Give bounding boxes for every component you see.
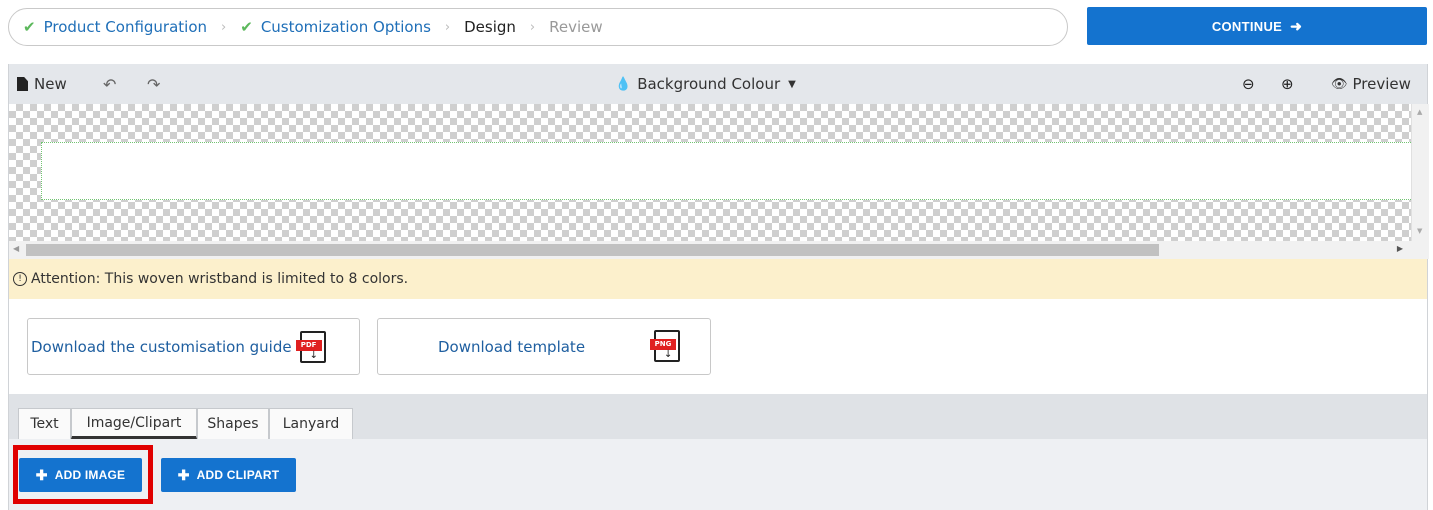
chevron-right-icon: › bbox=[221, 19, 227, 35]
scrollbar-thumb[interactable] bbox=[26, 244, 1159, 256]
check-icon: ✔ bbox=[23, 18, 36, 36]
breadcrumb-step-label: Product Configuration bbox=[43, 18, 208, 36]
scroll-up-icon[interactable]: ▲ bbox=[1417, 108, 1422, 116]
redo-icon[interactable]: ↷ bbox=[147, 75, 160, 94]
tab-lanyard[interactable]: Lanyard bbox=[269, 408, 353, 439]
add-clipart-button[interactable]: ✚ ADD CLIPART bbox=[161, 458, 296, 492]
download-arrow-icon: ↓ bbox=[664, 349, 673, 360]
attention-banner: ! Attention: This woven wristband is lim… bbox=[9, 259, 1427, 299]
breadcrumb-step-design: Design bbox=[464, 18, 516, 36]
arrow-right-icon: ➜ bbox=[1290, 17, 1303, 34]
download-arrow-icon: ↓ bbox=[309, 349, 318, 361]
scroll-corner bbox=[1411, 241, 1429, 259]
zoom-out-icon[interactable]: ⊖ bbox=[1242, 75, 1255, 93]
chevron-right-icon: › bbox=[444, 19, 451, 35]
vertical-scrollbar[interactable]: ▲ ▼ bbox=[1411, 104, 1429, 241]
download-guide-label: Download the customisation guide bbox=[31, 337, 292, 356]
breadcrumb-step-customization-options[interactable]: ✔ Customization Options bbox=[240, 18, 431, 36]
eye-icon: 👁 bbox=[1331, 76, 1348, 92]
plus-icon: ✚ bbox=[177, 466, 190, 483]
tab-image-clipart[interactable]: Image/Clipart bbox=[71, 408, 197, 439]
download-template-button[interactable]: Download template PNG ↓ bbox=[377, 318, 711, 375]
plus-icon: ✚ bbox=[35, 466, 48, 483]
drop-icon: 💧 bbox=[615, 76, 632, 92]
info-icon: ! bbox=[13, 272, 27, 286]
breadcrumb-step-review: Review bbox=[549, 18, 603, 36]
breadcrumb-step-label: Design bbox=[464, 18, 516, 36]
attention-text: Attention: This woven wristband is limit… bbox=[31, 271, 409, 287]
undo-icon[interactable]: ↶ bbox=[103, 75, 116, 94]
add-image-label: ADD IMAGE bbox=[54, 468, 126, 482]
scroll-right-icon[interactable]: ▶ bbox=[1397, 244, 1403, 253]
breadcrumb-step-label: Review bbox=[549, 18, 603, 36]
downloads-section: Download the customisation guide PDF ↓ D… bbox=[9, 299, 1427, 394]
scroll-down-icon[interactable]: ▼ bbox=[1417, 227, 1422, 235]
document-icon bbox=[17, 77, 28, 91]
zoom-in-icon[interactable]: ⊕ bbox=[1281, 75, 1294, 93]
tool-tabs: Text Image/Clipart Shapes Lanyard bbox=[9, 394, 1427, 439]
file-type-tag: PDF bbox=[295, 339, 322, 351]
file-type-tag: PNG bbox=[650, 339, 676, 350]
design-canvas[interactable] bbox=[9, 104, 1411, 241]
check-icon: ✔ bbox=[240, 18, 253, 36]
download-guide-button[interactable]: Download the customisation guide PDF ↓ bbox=[27, 318, 360, 375]
chevron-right-icon: › bbox=[529, 19, 536, 35]
tab-text[interactable]: Text bbox=[18, 408, 71, 439]
breadcrumb-step-label: Customization Options bbox=[260, 18, 431, 36]
png-file-icon: PNG ↓ bbox=[650, 330, 680, 362]
continue-label: CONTINUE bbox=[1211, 18, 1283, 34]
breadcrumb-step-product-configuration[interactable]: ✔ Product Configuration bbox=[23, 18, 207, 36]
add-image-button[interactable]: ✚ ADD IMAGE bbox=[19, 458, 142, 492]
new-label: New bbox=[34, 75, 67, 93]
preview-label: Preview bbox=[1352, 75, 1411, 93]
preview-button[interactable]: 👁 Preview bbox=[1331, 75, 1411, 93]
breadcrumb: ✔ Product Configuration › ✔ Customizatio… bbox=[8, 8, 1068, 46]
add-clipart-label: ADD CLIPART bbox=[196, 468, 280, 482]
continue-button[interactable]: CONTINUE ➜ bbox=[1087, 7, 1427, 45]
background-colour-label: Background Colour bbox=[637, 75, 781, 93]
new-button[interactable]: New bbox=[17, 75, 67, 93]
horizontal-scrollbar[interactable]: ◀ ▶ bbox=[9, 241, 1411, 259]
tab-shapes[interactable]: Shapes bbox=[197, 408, 269, 439]
image-clipart-actions: ✚ ADD IMAGE ✚ ADD CLIPART bbox=[9, 439, 1427, 510]
download-template-label: Download template bbox=[438, 337, 586, 356]
scroll-left-icon[interactable]: ◀ bbox=[13, 244, 19, 253]
wristband-design-area[interactable] bbox=[41, 142, 1411, 200]
background-colour-dropdown[interactable]: 💧 Background Colour ▼ bbox=[615, 75, 796, 93]
design-panel: New ↶ ↷ 💧 Background Colour ▼ ⊖ ⊕ 👁 Prev… bbox=[8, 64, 1429, 510]
caret-down-icon: ▼ bbox=[788, 78, 796, 90]
designer-toolbar: New ↶ ↷ 💧 Background Colour ▼ ⊖ ⊕ 👁 Prev… bbox=[9, 64, 1427, 104]
pdf-file-icon: PDF ↓ bbox=[295, 330, 326, 363]
